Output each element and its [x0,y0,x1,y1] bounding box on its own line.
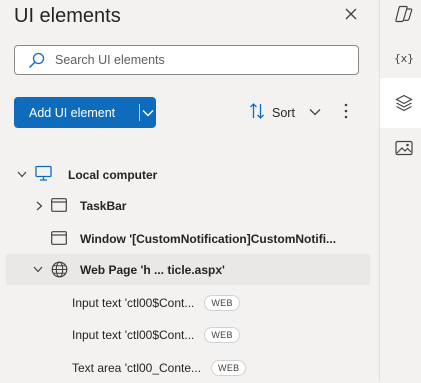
chevron-down-icon [309,103,321,121]
tree-leaf-label: Input text 'ctl00$Cont... [72,295,195,310]
web-badge: WEB [211,359,247,376]
sort-dropdown[interactable] [307,104,323,120]
sort-icon [249,102,265,125]
copilot-icon[interactable] [393,3,415,25]
search-icon [28,51,46,69]
tree-node-taskbar[interactable]: TaskBar [6,190,370,221]
images-icon[interactable] [393,137,415,159]
variables-label: {x} [394,51,414,65]
tree-leaf-label: Text area 'ctl00_Conte... [72,360,202,375]
add-ui-element-button[interactable]: Add UI element [14,97,156,128]
window-icon [51,198,67,212]
tree-node-label: Web Page 'h ... ticle.aspx' [80,262,225,277]
tree-leaf-text-area[interactable]: Text area 'ctl00_Conte... WEB [6,352,370,383]
web-badge: WEB [204,294,240,311]
search-input[interactable] [55,53,335,67]
tree-node-local-computer[interactable]: Local computer [6,159,370,190]
add-ui-element-label: Add UI element [29,105,116,120]
more-options-button[interactable] [339,103,353,123]
variables-icon[interactable]: {x} [393,47,415,69]
close-button[interactable] [341,6,361,26]
collapse-chevron-icon[interactable] [31,263,45,277]
sort-button[interactable]: Sort [249,102,295,125]
tree-leaf-label: Input text 'ctl00$Cont... [72,327,195,342]
monitor-icon [35,165,52,182]
tree-node-label: TaskBar [80,198,127,213]
more-icon [344,103,348,124]
tree-node-label: Window '[CustomNotification]CustomNotifi… [80,231,337,246]
expand-chevron-icon[interactable] [32,199,46,213]
globe-icon [51,261,68,278]
tree-node-label: Local computer [68,167,158,182]
tree-node-window[interactable]: Window '[CustomNotification]CustomNotifi… [6,223,370,254]
tree-node-web-page[interactable]: Web Page 'h ... ticle.aspx' [6,254,370,285]
search-box[interactable] [14,45,359,75]
collapse-chevron-icon[interactable] [15,168,29,182]
layers-icon[interactable] [393,92,415,114]
sort-label: Sort [272,106,295,120]
web-badge: WEB [204,326,240,343]
tree-leaf-input-text-2[interactable]: Input text 'ctl00$Cont... WEB [6,319,370,350]
window-icon [51,231,67,245]
ui-elements-panel: UI elements Add UI element Sort [0,0,379,381]
panel-title: UI elements [14,5,121,27]
close-icon [345,7,357,25]
tree-leaf-input-text-1[interactable]: Input text 'ctl00$Cont... WEB [6,287,370,318]
add-chevron-icon[interactable] [140,109,156,117]
